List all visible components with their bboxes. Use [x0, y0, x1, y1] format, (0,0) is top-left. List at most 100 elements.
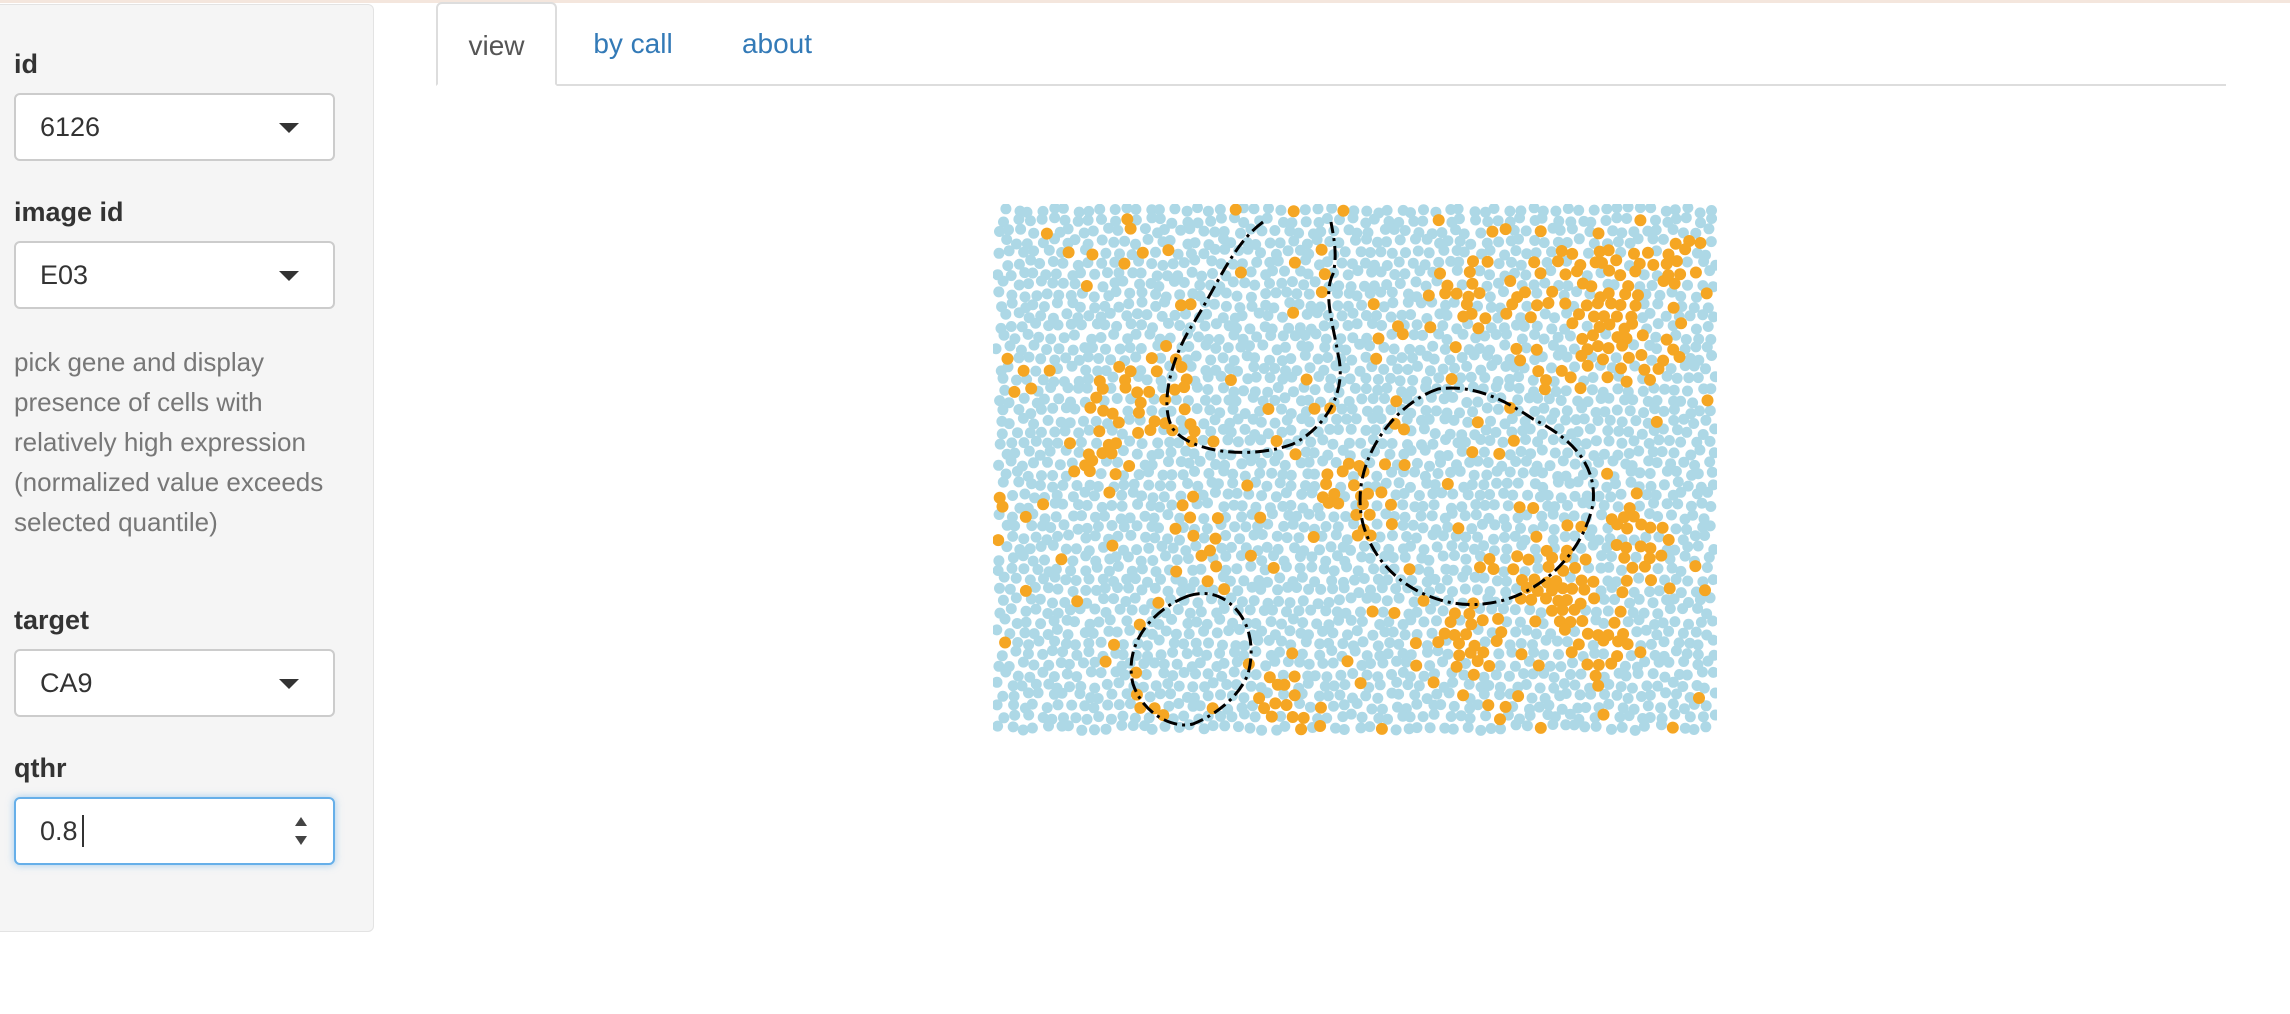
background-cell: [1484, 244, 1496, 256]
background-cell: [1003, 245, 1015, 257]
background-cell: [1598, 593, 1610, 605]
background-cell: [1286, 276, 1298, 288]
tab-about[interactable]: about: [722, 2, 832, 85]
background-cell: [1447, 564, 1459, 576]
background-cell: [1645, 204, 1657, 214]
high-expression-cell: [1396, 328, 1409, 341]
background-cell: [1110, 286, 1122, 298]
high-expression-cell: [1001, 352, 1014, 365]
high-expression-cell: [1008, 385, 1021, 398]
high-expression-cell: [1519, 286, 1531, 299]
background-cell: [1266, 508, 1278, 520]
background-cell: [1198, 225, 1210, 237]
high-expression-cell: [1490, 635, 1503, 647]
background-cell: [1381, 595, 1393, 607]
background-cell: [1306, 487, 1318, 499]
background-cell: [1068, 329, 1080, 341]
background-cell: [1390, 724, 1402, 736]
background-cell: [1651, 343, 1663, 355]
background-cell: [1449, 550, 1460, 561]
high-expression-cell: [1471, 416, 1484, 429]
high-expression-cell: [1559, 551, 1572, 563]
background-cell: [1158, 491, 1170, 503]
background-cell: [1108, 236, 1120, 248]
background-cell: [1690, 626, 1702, 638]
high-expression-cell: [1019, 584, 1032, 597]
background-cell: [1613, 425, 1625, 437]
id-select[interactable]: 6126: [14, 93, 335, 161]
background-cell: [1109, 204, 1121, 215]
target-select[interactable]: CA9: [14, 649, 335, 717]
background-cell: [1007, 721, 1019, 733]
background-cell: [1192, 204, 1203, 214]
background-cell: [1658, 405, 1670, 417]
background-cell: [1448, 700, 1460, 712]
image-id-select[interactable]: E03: [14, 241, 335, 309]
background-cell: [1579, 721, 1591, 733]
background-cell: [1240, 521, 1252, 533]
high-expression-cell: [1634, 646, 1647, 659]
background-cell: [1647, 597, 1659, 609]
high-expression-cell: [1287, 205, 1300, 218]
background-cell: [1428, 499, 1440, 511]
background-cell: [993, 459, 1005, 471]
high-expression-cell: [1465, 307, 1478, 320]
background-cell: [1067, 555, 1079, 567]
background-cell: [1301, 308, 1313, 320]
background-cell: [1268, 550, 1279, 562]
high-expression-cell: [1576, 615, 1589, 627]
background-cell: [1197, 434, 1209, 446]
background-cell: [1611, 204, 1623, 214]
background-cell: [1299, 204, 1311, 216]
background-cell: [1256, 490, 1268, 502]
high-expression-cell: [1019, 510, 1032, 523]
background-cell: [1513, 382, 1525, 394]
spinner-up-icon[interactable]: [295, 817, 307, 826]
background-cell: [1215, 689, 1226, 701]
background-cell: [1030, 317, 1042, 329]
background-cell: [1391, 655, 1403, 667]
tab-by-call[interactable]: by call: [574, 2, 692, 85]
high-expression-cell: [1621, 522, 1634, 535]
background-cell: [1319, 341, 1331, 353]
background-cell: [1371, 470, 1383, 482]
background-cell: [1051, 623, 1063, 635]
high-expression-cell: [1270, 435, 1283, 447]
background-cell: [1309, 468, 1320, 480]
background-cell: [1105, 713, 1117, 725]
high-expression-cell: [1269, 697, 1282, 710]
background-cell: [1631, 626, 1643, 638]
background-cell: [1030, 531, 1042, 543]
background-cell: [1327, 657, 1339, 669]
background-cell: [1257, 339, 1269, 351]
background-cell: [1466, 479, 1478, 491]
background-cell: [1364, 247, 1376, 258]
spinner-down-icon[interactable]: [295, 836, 307, 845]
high-expression-cell: [1591, 297, 1604, 310]
high-expression-cell: [1375, 722, 1388, 735]
background-cell: [1303, 508, 1315, 520]
background-cell: [1672, 476, 1684, 488]
background-cell: [1152, 437, 1164, 449]
background-cell: [1590, 720, 1602, 732]
background-cell: [1284, 297, 1296, 309]
qthr-input[interactable]: 0.8: [14, 797, 335, 865]
background-cell: [1017, 724, 1029, 736]
tab-view[interactable]: view: [436, 2, 557, 86]
number-spinner[interactable]: [293, 815, 309, 849]
high-expression-cell: [1287, 306, 1300, 319]
background-cell: [1082, 214, 1094, 226]
high-expression-cell: [1267, 561, 1280, 574]
background-cell: [1244, 604, 1256, 616]
background-cell: [1538, 333, 1550, 345]
background-cell: [1328, 511, 1340, 523]
high-expression-cell: [1514, 354, 1527, 367]
help-text: pick gene and display presence of cells …: [14, 347, 324, 537]
background-cell: [1498, 603, 1509, 615]
background-cell: [1049, 426, 1061, 438]
background-cell: [1345, 423, 1357, 435]
background-cell: [1011, 465, 1023, 477]
background-cell: [1069, 278, 1081, 290]
high-expression-cell: [1622, 351, 1635, 364]
background-cell: [1707, 666, 1717, 678]
